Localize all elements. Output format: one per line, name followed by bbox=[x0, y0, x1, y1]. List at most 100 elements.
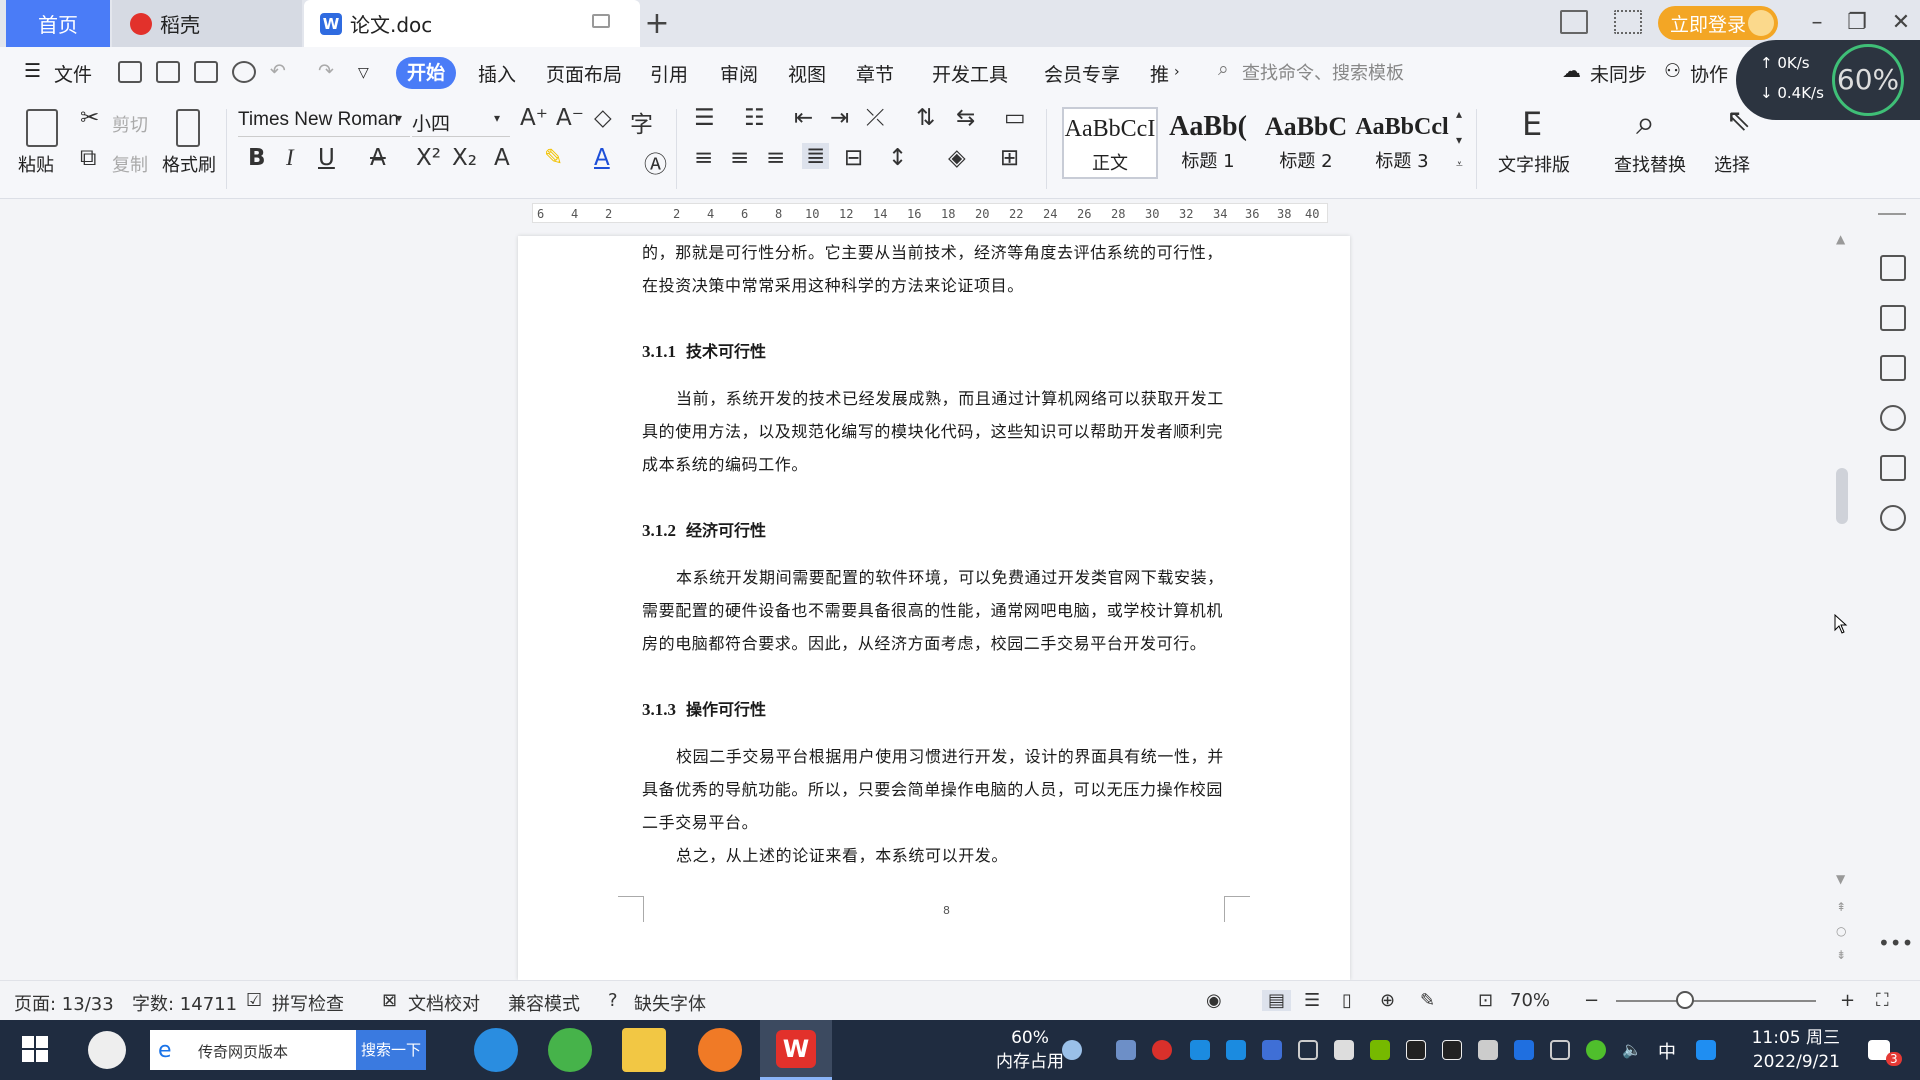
hamburger-icon[interactable]: ☰ bbox=[24, 60, 41, 82]
line-spacing-icon[interactable]: ↕ bbox=[888, 145, 907, 171]
scrollbar-thumb[interactable] bbox=[1836, 468, 1848, 524]
sort-icon[interactable]: ⇅ bbox=[916, 105, 935, 131]
scroll-down-icon[interactable]: ▼ bbox=[1836, 872, 1845, 886]
bullets-icon[interactable]: ☰ bbox=[694, 105, 715, 131]
redo-icon[interactable]: ↷ bbox=[318, 60, 334, 82]
zoom-level[interactable]: 70% bbox=[1510, 990, 1550, 1011]
qq2-icon[interactable] bbox=[1442, 1040, 1462, 1060]
volume-icon[interactable]: 🔈 bbox=[1622, 1040, 1642, 1060]
align-right-icon[interactable]: ≡ bbox=[766, 145, 785, 171]
font-name-dropdown-icon[interactable]: ▾ bbox=[396, 111, 402, 125]
search-icon[interactable]: ⌕ bbox=[1218, 58, 1229, 80]
zoom-in-icon[interactable]: + bbox=[1840, 990, 1855, 1011]
font-size-dropdown-icon[interactable]: ▾ bbox=[494, 111, 500, 125]
menu-recommend[interactable]: 推 bbox=[1150, 60, 1169, 87]
windows-start-icon[interactable] bbox=[22, 1036, 50, 1064]
bold-icon[interactable]: B bbox=[248, 145, 266, 171]
network-speed-widget[interactable]: ↑ 0K/s ↓ 0.4K/s 60% bbox=[1736, 40, 1920, 120]
missing-font-icon[interactable]: ? bbox=[608, 990, 618, 1011]
login-button[interactable]: 立即登录 bbox=[1658, 6, 1778, 40]
cut-button[interactable]: 剪切 bbox=[112, 111, 148, 137]
page-content[interactable]: 的，那就是可行性分析。它主要从当前技术，经济等角度去评估系统的可行性， 在投资决… bbox=[642, 236, 1226, 872]
battery-icon[interactable] bbox=[1478, 1040, 1498, 1060]
backup-icon[interactable] bbox=[1880, 455, 1906, 481]
grow-font-icon[interactable]: A⁺ bbox=[520, 105, 548, 131]
menu-more-icon[interactable]: › bbox=[1174, 64, 1180, 80]
pane-handle-icon[interactable] bbox=[1878, 213, 1906, 215]
more-icon[interactable]: ••• bbox=[1878, 931, 1913, 955]
page-indicator[interactable]: 页面: 13/33 bbox=[14, 990, 114, 1016]
pen-icon[interactable] bbox=[1880, 255, 1906, 281]
weather-icon[interactable] bbox=[1062, 1040, 1082, 1060]
select-browse-icon[interactable]: ○ bbox=[1836, 924, 1846, 938]
missing-font-button[interactable]: 缺失字体 bbox=[634, 990, 706, 1016]
shading-icon[interactable]: ◈ bbox=[948, 145, 966, 171]
text-direction-icon[interactable]: ⇆ bbox=[956, 105, 975, 131]
strikethrough-icon[interactable]: A bbox=[370, 145, 386, 171]
eye-protection-icon[interactable]: ◉ bbox=[1206, 990, 1222, 1011]
superscript-icon[interactable]: X² bbox=[416, 145, 441, 171]
font-name-select[interactable]: Times New Roman bbox=[238, 109, 410, 137]
text-layout-icon[interactable]: ⴹ bbox=[1522, 105, 1542, 143]
style-normal[interactable]: AaBbCcI 正文 bbox=[1062, 107, 1158, 179]
cursor-select-icon[interactable] bbox=[1880, 305, 1906, 331]
command-search-input[interactable]: 查找命令、搜索模板 bbox=[1242, 59, 1404, 85]
text-layout-button[interactable]: 文字排版 bbox=[1498, 151, 1570, 177]
file-explorer-icon[interactable] bbox=[622, 1028, 666, 1072]
tray-shield-icon[interactable] bbox=[1262, 1040, 1282, 1060]
fit-page-icon[interactable]: ⊡ bbox=[1478, 990, 1493, 1011]
help-icon[interactable] bbox=[1880, 405, 1906, 431]
style-heading-2[interactable]: AaBbC 标题 2 bbox=[1258, 107, 1354, 179]
find-replace-button[interactable]: 查找替换 bbox=[1614, 151, 1686, 177]
chinese-layout-icon[interactable]: ⤫ bbox=[866, 105, 884, 131]
word-count[interactable]: 字数: 14711 bbox=[132, 990, 237, 1016]
zoom-slider[interactable] bbox=[1616, 1000, 1816, 1002]
menu-dev-tools[interactable]: 开发工具 bbox=[932, 60, 1008, 87]
fan-app-icon[interactable] bbox=[88, 1031, 126, 1069]
print-icon[interactable] bbox=[194, 61, 218, 83]
nvidia-icon[interactable] bbox=[1370, 1040, 1390, 1060]
web-view-icon[interactable]: ⊕ bbox=[1380, 990, 1395, 1011]
restore-icon[interactable]: ❐ bbox=[1840, 8, 1874, 38]
qq-icon[interactable] bbox=[1406, 1040, 1426, 1060]
style-more-icon[interactable]: ⩡ bbox=[1456, 157, 1463, 172]
format-painter-button[interactable]: 格式刷 bbox=[162, 151, 216, 177]
writing-mode-icon[interactable]: ✎ bbox=[1420, 990, 1435, 1011]
copy-button[interactable]: 复制 bbox=[112, 151, 148, 177]
tray-app-icon[interactable] bbox=[1116, 1040, 1136, 1060]
tray-c2-icon[interactable] bbox=[1226, 1040, 1246, 1060]
prev-page-icon[interactable]: ⇞ bbox=[1836, 900, 1846, 914]
zoom-out-icon[interactable]: − bbox=[1584, 990, 1599, 1011]
select-button[interactable]: 选择 bbox=[1714, 151, 1750, 177]
tray-antivirus-icon[interactable] bbox=[1152, 1040, 1172, 1060]
tray-c-icon[interactable] bbox=[1190, 1040, 1210, 1060]
spell-check-icon[interactable]: ☑ bbox=[246, 990, 262, 1011]
taskbar-clock[interactable]: 11:05 周三 2022/9/21 bbox=[1748, 1026, 1840, 1074]
close-icon[interactable]: ✕ bbox=[1884, 8, 1918, 38]
undo-icon[interactable]: ↶ bbox=[270, 60, 286, 82]
find-replace-icon[interactable]: ⌕ bbox=[1636, 103, 1655, 143]
align-left-icon[interactable]: ≡ bbox=[694, 145, 713, 171]
game-app-icon[interactable] bbox=[698, 1028, 742, 1072]
scroll-up-icon[interactable]: ▲ bbox=[1836, 232, 1845, 246]
tab-home[interactable]: 首页 bbox=[6, 0, 110, 47]
proofread-icon[interactable]: ⊠ bbox=[382, 990, 397, 1011]
print-preview-icon[interactable] bbox=[232, 61, 256, 83]
menu-member[interactable]: 会员专享 bbox=[1044, 60, 1120, 87]
collab-button[interactable]: 协作 bbox=[1690, 60, 1728, 87]
notification-bell-icon[interactable] bbox=[1334, 1040, 1354, 1060]
format-painter-icon[interactable] bbox=[176, 109, 200, 147]
next-page-icon[interactable]: ⇟ bbox=[1836, 948, 1846, 962]
clear-format-icon[interactable]: ◇ bbox=[594, 105, 612, 131]
memory-usage[interactable]: 60% 内存占用 bbox=[996, 1026, 1064, 1074]
wifi-icon[interactable] bbox=[1298, 1040, 1318, 1060]
style-heading-3[interactable]: AaBbCcl 标题 3 bbox=[1354, 107, 1450, 179]
adjust-icon[interactable] bbox=[1880, 355, 1906, 381]
phonetic-guide-icon[interactable]: 字 bbox=[630, 105, 653, 139]
apps-grid-icon[interactable] bbox=[1614, 10, 1642, 34]
menu-view[interactable]: 视图 bbox=[788, 60, 826, 87]
style-scroll-up-icon[interactable]: ▴ bbox=[1456, 107, 1462, 121]
input-method-icon[interactable] bbox=[1696, 1040, 1716, 1060]
paste-icon[interactable] bbox=[26, 109, 58, 147]
bluetooth-icon[interactable] bbox=[1514, 1040, 1534, 1060]
